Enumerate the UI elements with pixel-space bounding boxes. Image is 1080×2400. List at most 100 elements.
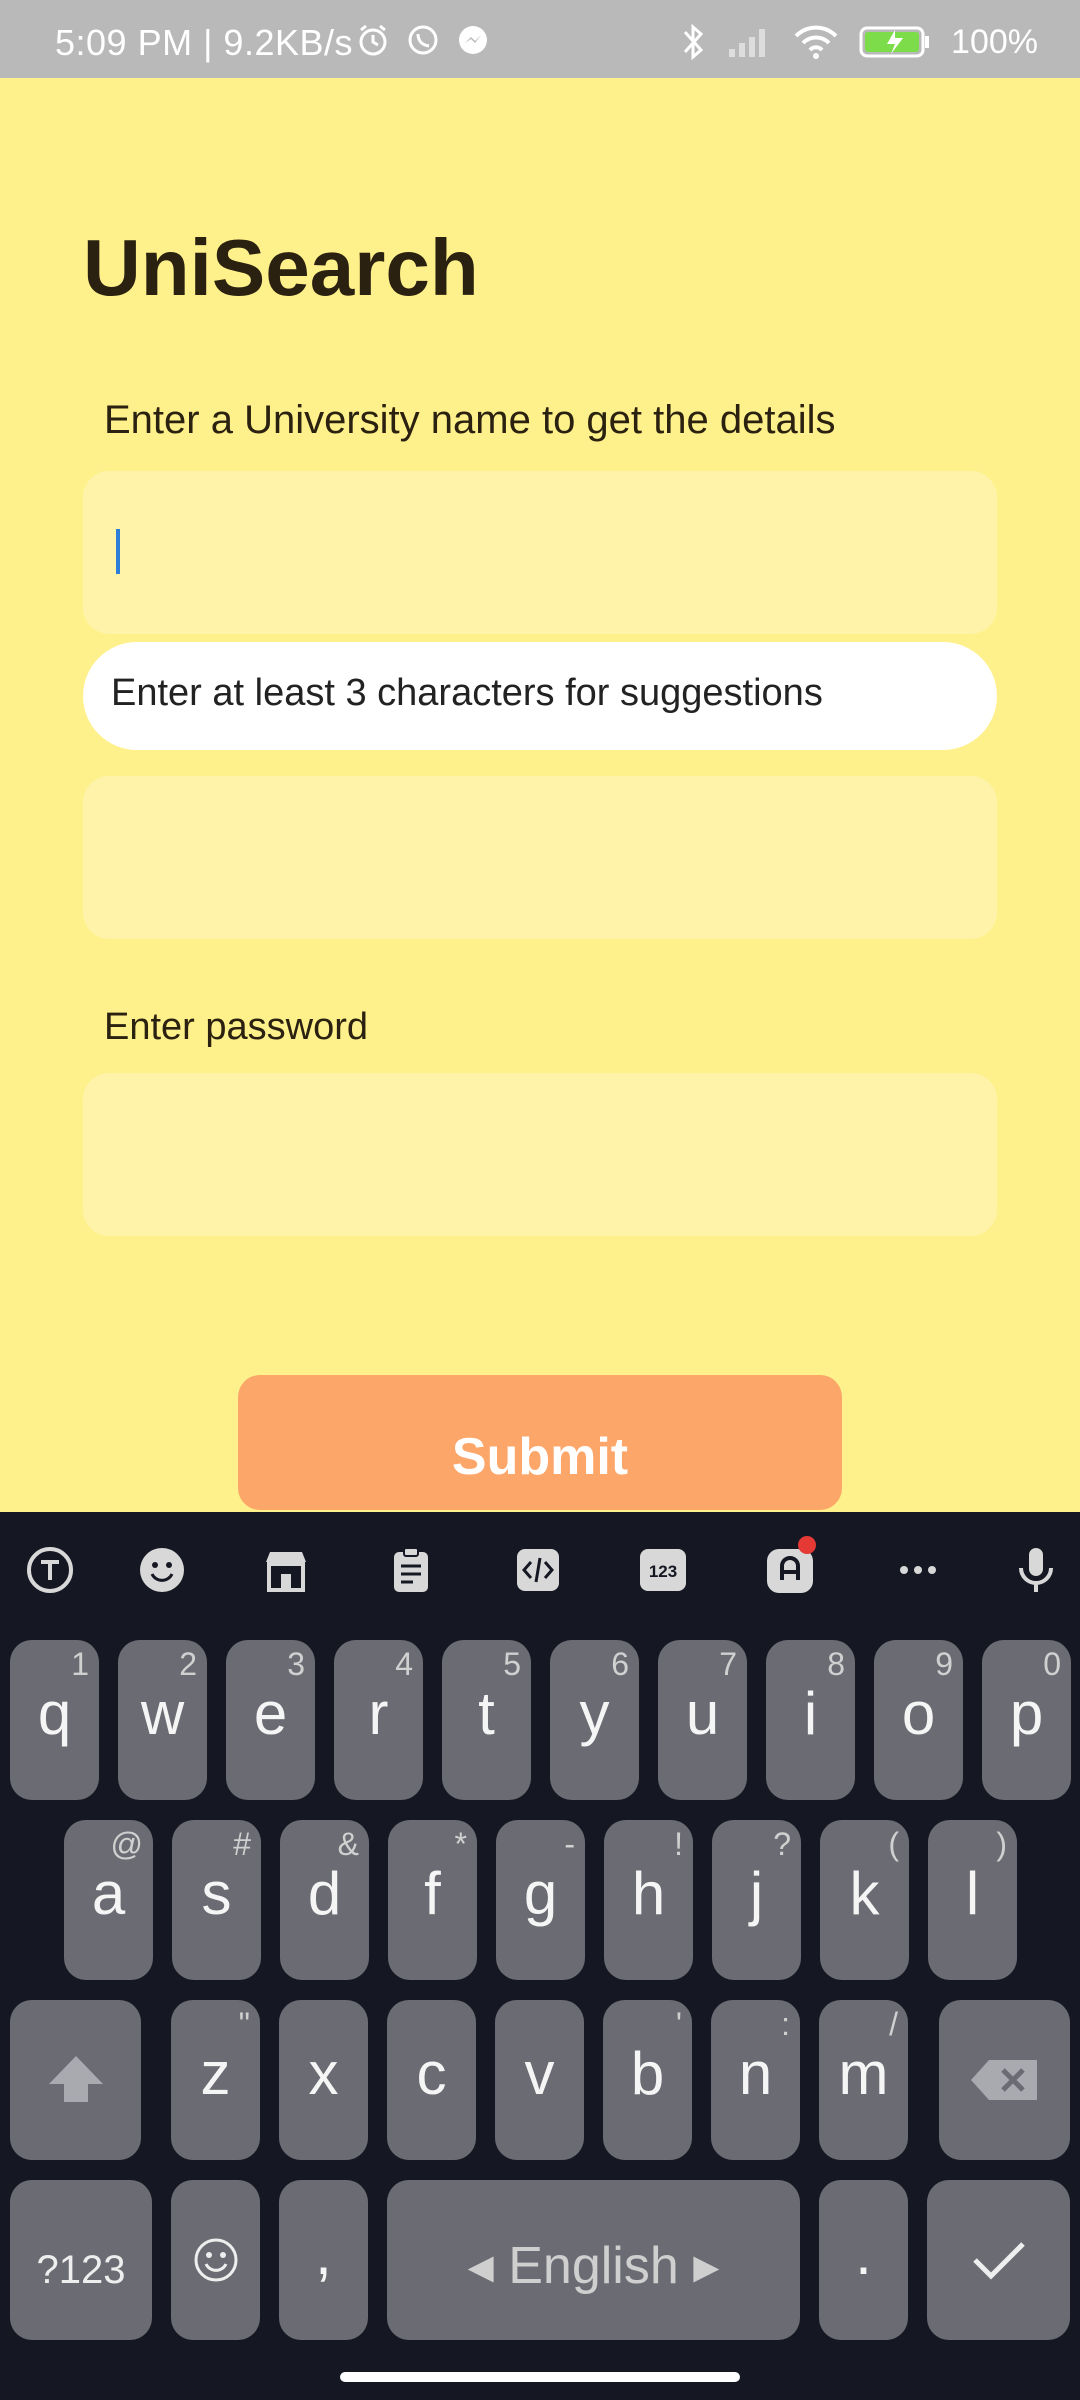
key-x[interactable]: x	[279, 2000, 368, 2160]
key-alt-label: *	[454, 1826, 467, 1862]
key-d[interactable]: d &	[280, 1820, 369, 1980]
microphone-icon[interactable]	[1008, 1542, 1064, 1598]
submit-button[interactable]: Submit	[238, 1375, 842, 1510]
password-input[interactable]	[83, 1073, 997, 1236]
key-label: m	[838, 2040, 889, 2107]
symbols-key[interactable]: ?123	[10, 2180, 152, 2340]
enter-key[interactable]	[927, 2180, 1070, 2340]
notification-dot	[798, 1536, 816, 1554]
key-t[interactable]: t5	[442, 1640, 531, 1800]
signal-icon	[727, 25, 773, 59]
key-alt-label: ?	[773, 1826, 791, 1862]
password-label: Enter password	[104, 1006, 369, 1048]
alarm-icon	[355, 22, 391, 58]
key-l[interactable]: l)	[928, 1820, 1017, 1980]
period-key[interactable]: .	[819, 2180, 908, 2340]
university-search-input[interactable]	[83, 471, 997, 634]
key-e[interactable]: e3	[226, 1640, 315, 1800]
backspace-icon	[939, 2000, 1070, 2160]
key-v[interactable]: v	[495, 2000, 584, 2160]
smiley-icon	[171, 2180, 260, 2340]
key-a[interactable]: a @	[64, 1820, 153, 1980]
key-k[interactable]: k(	[820, 1820, 909, 1980]
sticker-icon[interactable]	[762, 1536, 818, 1598]
checkmark-icon	[927, 2180, 1070, 2340]
key-alt-label: )	[996, 1826, 1007, 1862]
status-bar: 5:09 PM | 9.2KB/s 100%	[0, 0, 1080, 78]
second-input-field[interactable]	[83, 776, 997, 939]
more-icon[interactable]	[890, 1542, 946, 1598]
key-label: o	[901, 1680, 936, 1747]
home-indicator[interactable]	[340, 2372, 740, 2382]
backspace-key[interactable]	[939, 2000, 1070, 2160]
clipboard-icon[interactable]	[383, 1542, 439, 1598]
key-alt-label: 3	[287, 1646, 305, 1682]
key-w[interactable]: w2	[118, 1640, 207, 1800]
key-alt-label: 4	[395, 1646, 413, 1682]
status-icons-left	[355, 22, 491, 58]
key-alt-label: @	[110, 1826, 143, 1862]
comma-key[interactable]: ,	[279, 2180, 368, 2340]
key-r[interactable]: r4	[334, 1640, 423, 1800]
key-s[interactable]: s #	[172, 1820, 261, 1980]
university-label: Enter a University name to get the detai…	[104, 398, 836, 442]
key-alt-label: 8	[827, 1646, 845, 1682]
key-alt-label: 7	[719, 1646, 737, 1682]
key-j[interactable]: j?	[712, 1820, 801, 1980]
key-o[interactable]: o9	[874, 1640, 963, 1800]
shift-icon	[10, 2000, 141, 2160]
key-h[interactable]: h!	[604, 1820, 693, 1980]
key-label: a	[91, 1860, 126, 1927]
key-y[interactable]: y6	[550, 1640, 639, 1800]
suggestion-hint[interactable]: Enter at least 3 characters for suggesti…	[83, 642, 997, 750]
text-edit-icon[interactable]	[22, 1542, 78, 1598]
key-label: p	[1009, 1680, 1044, 1747]
key-label: n	[738, 2040, 773, 2107]
key-label: f	[424, 1860, 441, 1927]
key-alt-label: 6	[611, 1646, 629, 1682]
key-alt-label: '	[675, 2006, 682, 2042]
period-key-label: .	[855, 2220, 872, 2287]
status-time: 5:09 PM | 9.2KB/s	[55, 22, 353, 63]
keyboard: 123 q1w2e3r4t5y6u7i8o9p0 a @ s # d & f * g - h! j? k…	[0, 1512, 1080, 2400]
key-p[interactable]: p0	[982, 1640, 1071, 1800]
numpad-icon[interactable]: 123	[635, 1542, 691, 1598]
svg-text:123: 123	[649, 1562, 677, 1581]
key-z[interactable]: z "	[171, 2000, 260, 2160]
store-icon[interactable]	[258, 1542, 314, 1598]
emoji-key[interactable]	[171, 2180, 260, 2340]
key-alt-label: 1	[71, 1646, 89, 1682]
shift-key[interactable]	[10, 2000, 141, 2160]
symbols-key-label: ?123	[36, 2248, 126, 2292]
code-icon[interactable]	[510, 1542, 566, 1598]
suggestion-hint-text: Enter at least 3 characters for suggesti…	[111, 672, 823, 714]
space-key[interactable]: ◂ English ▸	[387, 2180, 800, 2340]
key-u[interactable]: u7	[658, 1640, 747, 1800]
key-b[interactable]: b '	[603, 2000, 692, 2160]
wifi-icon	[793, 24, 839, 60]
key-n[interactable]: n:	[711, 2000, 800, 2160]
key-g[interactable]: g-	[496, 1820, 585, 1980]
key-label: y	[579, 1680, 610, 1747]
bluetooth-icon	[681, 22, 707, 62]
key-alt-label: "	[238, 2006, 250, 2042]
messenger-icon	[455, 22, 491, 58]
key-q[interactable]: q1	[10, 1640, 99, 1800]
key-label: c	[416, 2040, 447, 2107]
key-label: t	[478, 1680, 495, 1747]
key-alt-label: !	[674, 1826, 683, 1862]
key-alt-label: 0	[1043, 1646, 1061, 1682]
submit-button-label: Submit	[451, 1428, 629, 1486]
key-label: b	[630, 2040, 665, 2107]
key-m[interactable]: m /	[819, 2000, 908, 2160]
battery-icon	[859, 24, 931, 60]
key-label: q	[37, 1680, 72, 1747]
key-label: v	[524, 2040, 555, 2107]
emoji-icon[interactable]	[134, 1542, 190, 1598]
key-alt-label: 5	[503, 1646, 521, 1682]
key-i[interactable]: i8	[766, 1640, 855, 1800]
key-label: i	[803, 1680, 818, 1747]
key-f[interactable]: f *	[388, 1820, 477, 1980]
whatsapp-icon	[405, 22, 441, 58]
key-c[interactable]: c	[387, 2000, 476, 2160]
